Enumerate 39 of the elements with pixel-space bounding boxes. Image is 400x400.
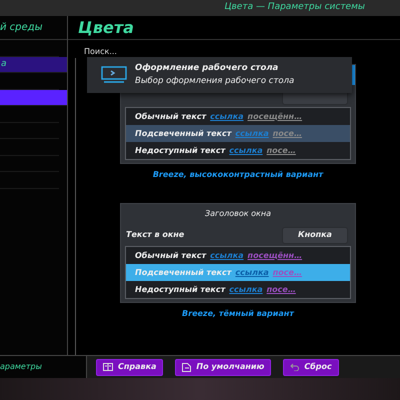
undo-icon: [290, 363, 300, 371]
tooltip-title: Оформление рабочего стола: [135, 62, 280, 75]
tooltip-subtitle: Выбор оформления рабочего стола: [135, 75, 294, 88]
sidebar-header: й среды: [0, 16, 67, 40]
book-icon: [103, 363, 113, 371]
preview-row-text: Недоступный текст: [135, 284, 226, 296]
preview-window-text: Текст в окне: [126, 229, 184, 241]
preview-visited-link: посе…: [266, 284, 296, 296]
dialog-button[interactable]: Сброс: [283, 358, 339, 376]
monitor-icon: [101, 66, 127, 84]
dialog-button[interactable]: По умолчанию: [175, 358, 272, 376]
scheme-caption: Breeze, высококонтрастный вариант: [152, 170, 324, 179]
preview-link: ссылка: [235, 266, 269, 278]
preview-link: ссылка: [229, 284, 263, 296]
preview-window-title: Заголовок окна: [205, 208, 271, 220]
preview-button[interactable]: Кнопка: [282, 226, 348, 244]
page-heading: Цвета: [68, 16, 400, 40]
preview-row-text: Подсвеченный текст: [135, 266, 232, 278]
preview-row-text: Подсвеченный текст: [135, 128, 232, 140]
sidebar-item[interactable]: [0, 90, 67, 106]
sidebar-item[interactable]: а: [0, 56, 67, 73]
preview-link: ссылка: [229, 144, 263, 156]
window-title: Цвета — Параметры системы: [224, 1, 365, 14]
dialog-button[interactable]: Справка: [96, 358, 164, 376]
scheme-caption: Breeze, тёмный вариант: [182, 309, 294, 318]
preview-link: ссылка: [210, 250, 244, 262]
preview-row-text: Недоступный текст: [135, 144, 226, 156]
preview-link: ссылка: [210, 110, 244, 122]
document-icon: [182, 362, 192, 372]
preview-visited-link: посещённ…: [248, 250, 302, 262]
preview-row-text: Обычный текст: [135, 250, 206, 262]
preview-visited-link: посе…: [272, 266, 302, 278]
preview-row-text: Обычный текст: [135, 110, 206, 122]
preview-visited-link: посещённ…: [248, 110, 302, 122]
preview-visited-link: посе…: [272, 128, 302, 140]
search-field[interactable]: Поиск...: [68, 40, 400, 58]
preview-visited-link: посе…: [266, 144, 296, 156]
color-scheme-preview[interactable]: Заголовок окна Текст в окне Кнопка Обычный текст ссылка посещённ… Подсвеченный текст ссылка посе… Недоступный текст ссылка посе…: [120, 203, 356, 303]
preview-link: ссылка: [235, 128, 269, 140]
